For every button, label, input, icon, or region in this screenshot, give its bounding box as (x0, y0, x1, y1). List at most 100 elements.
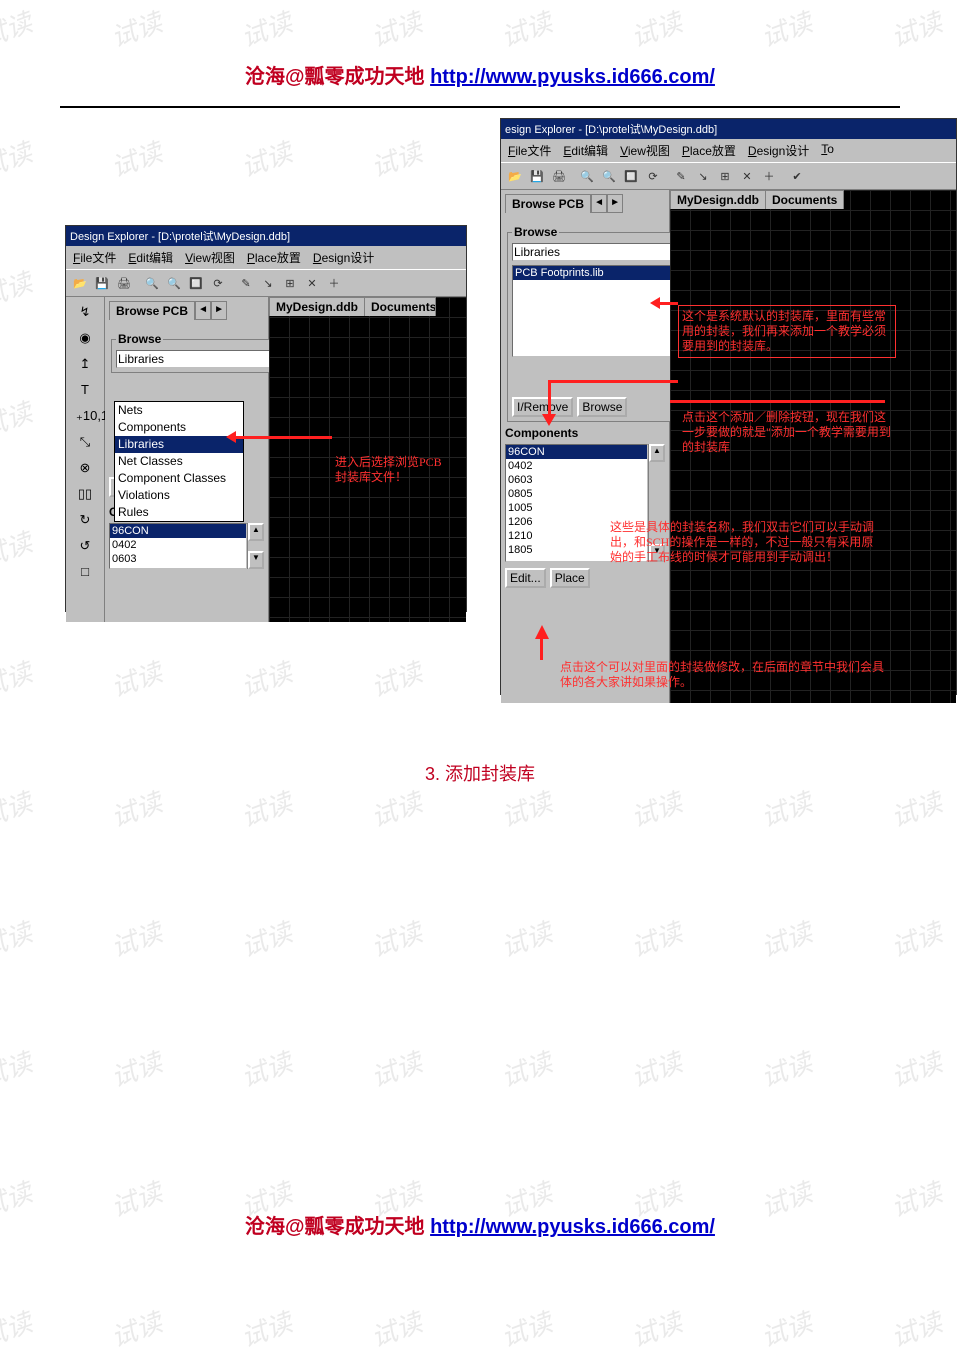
page-header: 沧海@瓢零成功天地 http://www.pyusks.id666.com/ (0, 60, 960, 89)
toolbar-button[interactable]: ✕ (737, 166, 757, 186)
menu-file[interactable]: FFile文件ile文件 (68, 248, 121, 267)
tab-browse-pcb[interactable]: Browse PCB (505, 194, 591, 213)
tab-browse-pcb[interactable]: Browse PCB (109, 301, 195, 320)
toolbar-button[interactable]: ↘ (693, 166, 713, 186)
scrollbar[interactable]: ▲▼ (247, 523, 264, 569)
toolbar-button[interactable]: 🔍 (164, 273, 184, 293)
window-title: esign Explorer - [D:\protel试\MyDesign.dd… (501, 119, 956, 139)
header-link[interactable]: http://www.pyusks.id666.com/ (430, 66, 715, 88)
toolbar-button[interactable]: ⟳ (208, 273, 228, 293)
toolbox-button[interactable]: ⊗ (76, 459, 94, 477)
toolbar-button[interactable]: ＋ (759, 166, 779, 186)
tab-documents[interactable]: Documents (365, 297, 436, 316)
menu-file[interactable]: File文件 (503, 141, 556, 160)
scroll-left-icon[interactable]: ◄ (591, 194, 607, 213)
toolbar-button[interactable]: 🔍 (142, 273, 162, 293)
footer-link[interactable]: http://www.pyusks.id666.com/ (430, 1216, 715, 1238)
toolbar-button[interactable]: 📂 (70, 273, 90, 293)
list-item[interactable]: 0603 (110, 552, 246, 566)
browse-dropdown[interactable]: NetsComponentsLibrariesNet ClassesCompon… (114, 401, 244, 522)
components-list[interactable]: 96CON04020603 (109, 523, 247, 569)
toolbar-button[interactable]: 🖨 (549, 166, 569, 186)
page-footer: 沧海@瓢零成功天地 http://www.pyusks.id666.com/ (0, 1210, 960, 1239)
toolbox-button[interactable]: ↯ (76, 303, 94, 321)
browse-input[interactable] (116, 350, 275, 368)
browse-legend: Browse (512, 225, 559, 239)
toolbar-button[interactable]: 🖨 (114, 273, 134, 293)
list-item[interactable]: 0402 (506, 459, 647, 473)
browse-select[interactable]: ▼ (512, 243, 691, 261)
dropdown-item[interactable]: Rules (115, 504, 243, 521)
window-title: Design Explorer - [D:\protel试\MyDesign.d… (66, 226, 466, 246)
toolbar-button[interactable]: 💾 (92, 273, 112, 293)
scroll-right-icon[interactable]: ► (211, 301, 227, 320)
toolbar-button[interactable]: ⊞ (715, 166, 735, 186)
toolbar-button[interactable]: 🔍 (599, 166, 619, 186)
menu-design[interactable]: Design设计 (308, 248, 379, 267)
toolbar-button[interactable]: ✎ (236, 273, 256, 293)
toolbox-button[interactable]: □ (76, 563, 94, 581)
list-item[interactable]: 96CON (506, 445, 647, 459)
library-item[interactable]: PCB Footprints.lib (513, 266, 690, 280)
toolbox-button[interactable]: ↥ (76, 355, 94, 373)
toolbox-button[interactable]: ◉ (76, 329, 94, 347)
menu-place[interactable]: Place放置 (677, 141, 741, 160)
menu-view[interactable]: View视图 (615, 141, 675, 160)
edit-button[interactable]: Edit... (505, 568, 546, 588)
toolbar-button[interactable]: ＋ (324, 273, 344, 293)
toolbox-button[interactable]: ↻ (76, 511, 94, 529)
toolbox-button[interactable]: ▯▯ (76, 485, 94, 503)
header-brand: 沧海@瓢零成功天地 (245, 66, 430, 88)
dropdown-item[interactable]: Components (115, 419, 243, 436)
list-item[interactable]: 1005 (506, 501, 647, 515)
toolbar-button[interactable]: 📂 (505, 166, 525, 186)
toolbar-button[interactable]: 🔲 (621, 166, 641, 186)
place-button[interactable]: Place (550, 568, 590, 588)
dropdown-item[interactable]: Nets (115, 402, 243, 419)
dropdown-item[interactable]: Net Classes (115, 453, 243, 470)
toolbar: 📂💾🖨🔍🔍🔲⟳✎↘⊞✕＋ (66, 269, 466, 297)
toolbox-button[interactable]: ⤡ (76, 433, 94, 451)
browse-button[interactable]: Browse (577, 397, 627, 417)
list-item[interactable]: 0402 (110, 538, 246, 552)
toolbar-button[interactable]: ↘ (258, 273, 278, 293)
menu-bar[interactable]: File文件 Edit编辑 View视图 Place放置 Design设计 To (501, 139, 956, 162)
toolbar-button[interactable]: 🔍 (577, 166, 597, 186)
menu-bar[interactable]: FFile文件ile文件 Edit编辑 View视图 Place放置 Desig… (66, 246, 466, 269)
dropdown-item[interactable]: Violations (115, 487, 243, 504)
list-item[interactable]: 96CON (110, 524, 246, 538)
toolbar-button[interactable]: 🔲 (186, 273, 206, 293)
toolbar-button[interactable]: ✕ (302, 273, 322, 293)
list-item[interactable]: 0603 (506, 473, 647, 487)
vertical-toolbox[interactable]: ↯ ◉ ↥ T ₊10,10 ⤡ ⊗ ▯▯ ↻ ↺ □ (66, 297, 105, 622)
toolbar-button[interactable]: 💾 (527, 166, 547, 186)
screenshot-left: Design Explorer - [D:\protel试\MyDesign.d… (65, 225, 467, 612)
toolbar: 📂💾🖨🔍🔍🔲⟳✎↘⊞✕＋✔ (501, 162, 956, 190)
toolbox-button[interactable]: ₊10,10 (76, 407, 94, 425)
menu-view[interactable]: View视图 (180, 248, 240, 267)
toolbar-button[interactable]: ✔ (787, 166, 807, 186)
browse-input[interactable] (512, 243, 671, 261)
toolbar-button[interactable]: ⟳ (643, 166, 663, 186)
annotation-left: 进入后选择浏览PCB 封装库文件！ (335, 455, 442, 485)
dropdown-item[interactable]: Libraries (115, 436, 243, 453)
menu-tools[interactable]: To (816, 141, 839, 160)
libraries-list[interactable]: PCB Footprints.lib (512, 265, 691, 357)
list-item[interactable]: 0805 (506, 487, 647, 501)
menu-edit[interactable]: Edit编辑 (558, 141, 613, 160)
menu-edit[interactable]: Edit编辑 (123, 248, 178, 267)
menu-design[interactable]: Design设计 (743, 141, 814, 160)
dropdown-item[interactable]: Component Classes (115, 470, 243, 487)
scroll-right-icon[interactable]: ► (607, 194, 623, 213)
tab-mydesign[interactable]: MyDesign.ddb (670, 190, 766, 209)
figure-caption: 3. 添加封装库 (0, 760, 960, 786)
tab-documents[interactable]: Documents (766, 190, 844, 209)
menu-place[interactable]: Place放置 (242, 248, 306, 267)
toolbar-button[interactable]: ✎ (671, 166, 691, 186)
toolbox-button[interactable]: ↺ (76, 537, 94, 555)
scroll-left-icon[interactable]: ◄ (195, 301, 211, 320)
tab-mydesign[interactable]: MyDesign.ddb (269, 297, 365, 316)
toolbox-button[interactable]: T (76, 381, 94, 399)
annotation-default-lib: 这个是系统默认的封装库，里面有些常用的封装，我们再来添加一个教学必须要用到的封装… (678, 305, 896, 358)
toolbar-button[interactable]: ⊞ (280, 273, 300, 293)
